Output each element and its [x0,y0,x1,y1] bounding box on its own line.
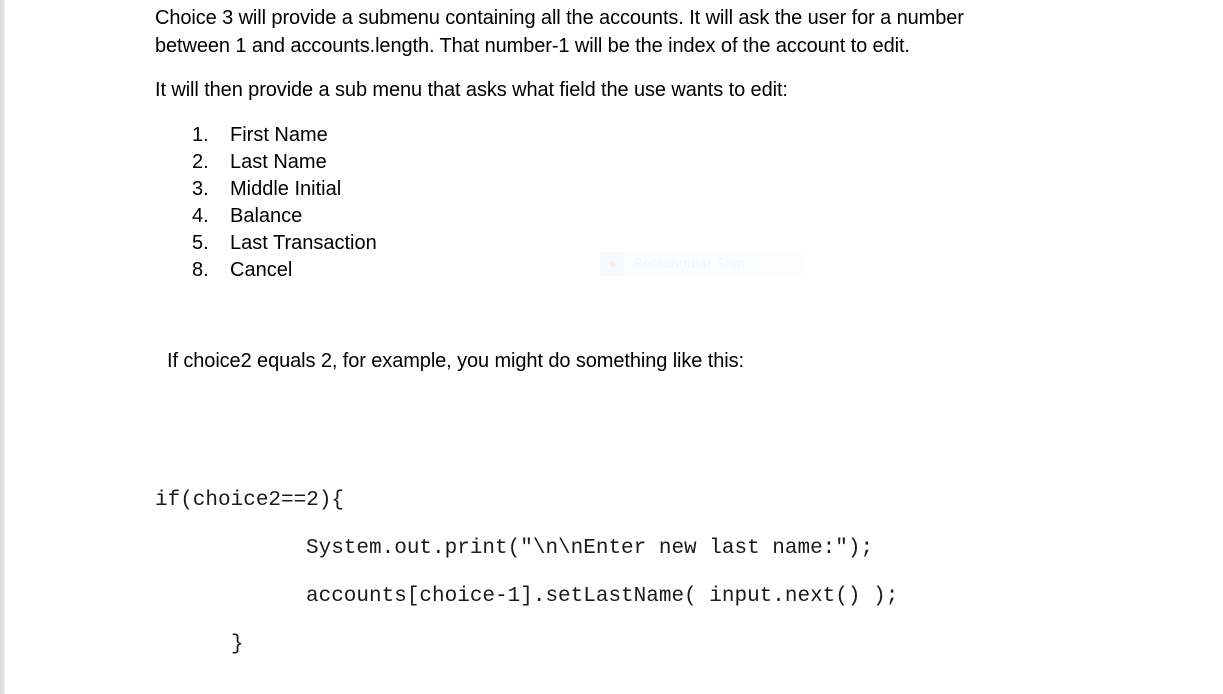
list-item: 4. Balance [192,203,377,230]
list-item-number: 2. [192,151,209,173]
field-menu-list: 1. First Name 2. Last Name 3. Middle Initia… [192,122,377,284]
list-item-label: Last Transaction [230,232,377,254]
list-item-number: 4. [192,205,209,227]
code-line-set-last-name: accounts[choice-1].setLastName( input.ne… [306,585,899,608]
code-line-if: if(choice2==2){ [155,489,345,512]
paragraph-submenu: It will then provide a sub menu that ask… [155,79,788,101]
paragraph-example: If choice2 equals 2, for example, you mi… [167,350,744,372]
list-item: 1. First Name [192,122,377,149]
list-item-label: Middle Initial [230,178,342,200]
list-item-number: 3. [192,178,209,200]
code-line-print: System.out.print("\n\nEnter new last nam… [306,537,874,560]
rectangular-snip-overlay[interactable]: Rectangular Snip [600,252,802,276]
snip-tool-icon [600,252,624,276]
list-item-number: 1. [192,124,209,146]
paragraph-intro-line1: Choice 3 will provide a submenu containi… [155,7,964,29]
list-item: 8. Cancel [192,257,377,284]
list-item: 2. Last Name [192,149,377,176]
left-gutter [0,0,5,694]
list-item-label: Balance [230,205,303,227]
snip-label: Rectangular Snip [634,256,745,272]
list-item-number: 5. [192,232,209,254]
list-item: 3. Middle Initial [192,176,377,203]
list-item-number: 8. [192,259,209,281]
list-item-label: First Name [230,124,328,146]
code-line-close-brace: } [231,633,244,656]
paragraph-intro: Choice 3 will provide a submenu containi… [155,4,964,60]
list-item: 5. Last Transaction [192,230,377,257]
list-item-label: Last Name [230,151,327,173]
paragraph-intro-line2: between 1 and accounts.length. That numb… [155,35,910,57]
list-item-label: Cancel [230,259,293,281]
